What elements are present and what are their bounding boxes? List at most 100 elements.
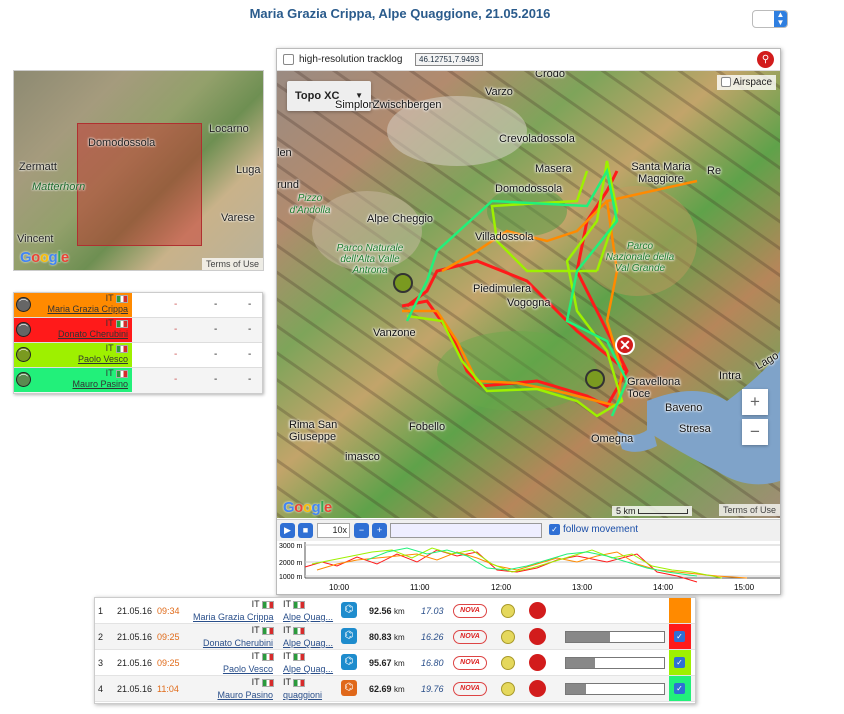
hires-checkbox[interactable] bbox=[283, 54, 294, 65]
result-row[interactable]: 3 21.05.16 09:25 IT Paolo Vesco IT Alpe Quag… bbox=[95, 650, 695, 676]
place-label: Fobello bbox=[409, 421, 446, 433]
landing-x-icon[interactable]: ✕ bbox=[615, 335, 635, 355]
place-label: Intra bbox=[719, 370, 742, 382]
paraglider-icon: ⌒ bbox=[16, 297, 31, 312]
medal-icon[interactable] bbox=[501, 604, 515, 618]
pilot-name[interactable]: Donato Cherubini bbox=[58, 329, 128, 339]
visibility-checkbox[interactable]: ✓ bbox=[674, 683, 685, 694]
scale-label: 5 km bbox=[615, 506, 636, 516]
zoom-icon[interactable] bbox=[529, 628, 546, 645]
flight-date: 21.05.16 bbox=[117, 606, 153, 616]
pilot-name-link[interactable]: Maria Grazia Crippa bbox=[193, 612, 274, 622]
flight-type-icon[interactable]: ⌬ bbox=[341, 602, 357, 618]
zoom-icon[interactable]: ⚲ bbox=[757, 51, 774, 68]
visibility-checkbox[interactable]: ✓ bbox=[674, 631, 685, 642]
place-label: Masera bbox=[535, 163, 572, 175]
distance: 62.69 km bbox=[369, 684, 405, 694]
takeoff-link[interactable]: Alpe Quag... bbox=[283, 664, 333, 674]
pilot-name-link[interactable]: Mauro Pasino bbox=[193, 690, 273, 700]
pilot-name-link[interactable]: Paolo Vesco bbox=[193, 664, 273, 674]
place-label: Villadossola bbox=[475, 231, 534, 243]
legend-value: - bbox=[214, 324, 218, 335]
pilot-nat: IT bbox=[190, 625, 274, 635]
result-row[interactable]: 1 21.05.16 09:34 IT Maria Grazia Crippa IT A… bbox=[95, 598, 695, 624]
stop-icon[interactable]: ■ bbox=[298, 523, 313, 538]
medal-icon[interactable] bbox=[501, 630, 515, 644]
play-icon[interactable]: ▶ bbox=[280, 523, 295, 538]
rank: 3 bbox=[98, 658, 104, 668]
pilot-name[interactable]: Paolo Vesco bbox=[78, 354, 128, 364]
terms-link[interactable]: Terms of Use bbox=[718, 504, 780, 516]
paraglider-icon: ⌒ bbox=[16, 322, 31, 337]
flight-type-icon[interactable]: ⌬ bbox=[341, 654, 357, 670]
italy-flag-icon bbox=[262, 652, 274, 661]
slower-icon[interactable]: − bbox=[354, 523, 369, 538]
google-logo: Google bbox=[20, 249, 69, 266]
pilot-name[interactable]: Mauro Pasino bbox=[72, 379, 128, 389]
takeoff-link[interactable]: quaggioni bbox=[283, 690, 322, 700]
takeoff-link[interactable]: Alpe Quag... bbox=[283, 612, 333, 622]
map-toolbar: high-resolution tracklog 46.12751,7.9493… bbox=[277, 49, 780, 71]
zoom-in-button[interactable]: + bbox=[742, 389, 768, 415]
legend-row[interactable]: ⌒ IT Mauro Pasino - - - bbox=[14, 368, 262, 393]
options-select[interactable]: ▲ ▼ bbox=[752, 10, 788, 28]
medal-icon[interactable] bbox=[501, 656, 515, 670]
flight-type-icon[interactable]: ⌬ bbox=[341, 628, 357, 644]
rank: 2 bbox=[98, 632, 104, 642]
pilot-name-link[interactable]: Donato Cherubini bbox=[193, 638, 273, 648]
overview-map[interactable]: Domodossola Locarno Zermatt Matterhorn L… bbox=[13, 70, 264, 271]
speed-field[interactable]: 10x bbox=[317, 523, 350, 538]
follow-checkbox[interactable]: ✓ bbox=[549, 524, 560, 535]
altitude-profile[interactable]: 3000 m 2000 m 1000 m 10:00 11:00 12:00 1… bbox=[277, 542, 780, 594]
legend-row[interactable]: ⌒ IT Donato Cherubini - - - bbox=[14, 318, 262, 343]
playback-progress[interactable] bbox=[390, 523, 542, 538]
zoom-icon[interactable] bbox=[529, 654, 546, 671]
paraglider-marker-icon[interactable] bbox=[393, 273, 413, 293]
flight-type-icon[interactable]: ⌬ bbox=[341, 680, 357, 696]
takeoff-time: 09:25 bbox=[157, 658, 180, 668]
zoom-out-button[interactable]: − bbox=[742, 419, 768, 445]
italy-flag-icon bbox=[262, 678, 274, 687]
follow-movement-toggle[interactable]: ✓ follow movement bbox=[549, 524, 638, 535]
club-nat: IT bbox=[283, 677, 306, 687]
nationality: IT bbox=[251, 599, 260, 609]
pilot-nat: IT bbox=[190, 651, 274, 661]
pilot-name[interactable]: Maria Grazia Crippa bbox=[47, 304, 128, 314]
takeoff-link[interactable]: Alpe Quag... bbox=[283, 638, 333, 648]
place-label: Omegna bbox=[591, 433, 634, 445]
distance-unit: km bbox=[394, 659, 405, 668]
airspace-checkbox[interactable] bbox=[720, 77, 731, 88]
glider-brand-logo: NOVA bbox=[453, 604, 487, 618]
paraglider-marker-icon[interactable] bbox=[585, 369, 605, 389]
zoom-icon[interactable] bbox=[529, 680, 546, 697]
airspace-toggle[interactable]: Airspace bbox=[716, 75, 776, 90]
legend-value: - bbox=[248, 374, 252, 385]
nationality: IT bbox=[105, 343, 114, 353]
speed: 17.03 bbox=[421, 606, 444, 616]
terms-link[interactable]: Terms of Use bbox=[201, 258, 263, 270]
result-row[interactable]: 2 21.05.16 09:25 IT Donato Cherubini IT Alpe… bbox=[95, 624, 695, 650]
map-type-label: Topo XC bbox=[295, 90, 340, 102]
faster-icon[interactable]: + bbox=[372, 523, 387, 538]
result-row[interactable]: 4 21.05.16 11:04 IT Mauro Pasino IT quaggion… bbox=[95, 676, 695, 702]
legend-row[interactable]: ⌒ IT Paolo Vesco - - - bbox=[14, 343, 262, 368]
takeoff-time: 09:34 bbox=[157, 606, 180, 616]
visibility-checkbox[interactable]: ✓ bbox=[674, 657, 685, 668]
nationality: IT bbox=[105, 318, 114, 328]
flight-date: 21.05.16 bbox=[117, 684, 153, 694]
nationality: IT bbox=[251, 651, 260, 661]
y-tick-label: 2000 m bbox=[279, 560, 303, 567]
nationality: IT bbox=[283, 651, 291, 661]
speed: 16.26 bbox=[421, 632, 444, 642]
legend-value: - bbox=[174, 349, 178, 360]
italy-flag-icon bbox=[262, 600, 274, 609]
distance-unit: km bbox=[394, 685, 405, 694]
medal-icon[interactable] bbox=[501, 682, 515, 696]
topo-map[interactable]: Topo XC ▼ Airspace Crodo Varzo Simplon Zw… bbox=[277, 71, 780, 518]
page-title: Maria Grazia Crippa, Alpe Quaggione, 21.… bbox=[249, 6, 551, 21]
legend-row[interactable]: ⌒ IT Maria Grazia Crippa - - - bbox=[14, 293, 262, 318]
chevron-updown-icon: ▲ ▼ bbox=[774, 11, 787, 27]
zoom-icon[interactable] bbox=[529, 602, 546, 619]
distance-value: 92.56 bbox=[369, 606, 392, 616]
speed: 19.76 bbox=[421, 684, 444, 694]
